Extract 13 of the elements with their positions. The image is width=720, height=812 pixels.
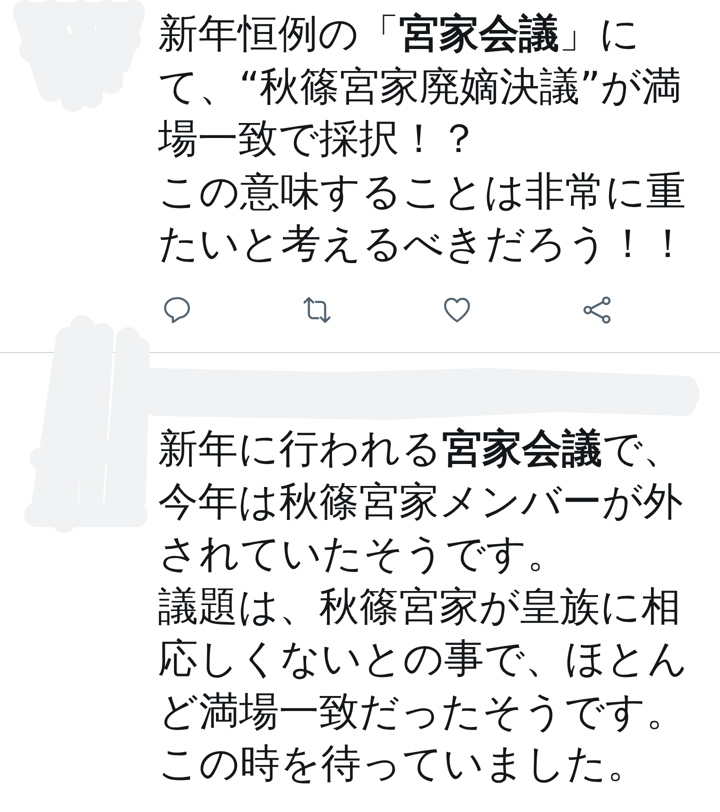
repeat-arrows-icon — [302, 295, 332, 325]
tweet-text: 新年恒例の「宮家会議」にて、“秋篠宮家廃嫡決議”が満場一致で採択！？ — [158, 10, 682, 164]
tweet-text: 新年に行われる宮家会議で、今年は秋篠宮家メンバーが外されていたそうです。 — [158, 425, 684, 579]
tweet-text: この時を待っていました。 — [158, 740, 648, 789]
speech-bubble-icon — [162, 295, 192, 325]
like-button[interactable] — [442, 295, 472, 325]
tweet-text: 議題は、秋篠宮家が皇族に相応しくないとの事で、ほとんど満場一致だったそうです。 — [158, 582, 689, 736]
tweet-text: この意味することは非常に重たいと考えるべきだろう！！ — [158, 168, 689, 269]
reply-button[interactable] — [162, 295, 192, 325]
heart-icon — [442, 295, 472, 325]
share-icon — [582, 295, 612, 325]
retweet-button[interactable] — [302, 295, 332, 325]
share-button[interactable] — [582, 295, 612, 325]
